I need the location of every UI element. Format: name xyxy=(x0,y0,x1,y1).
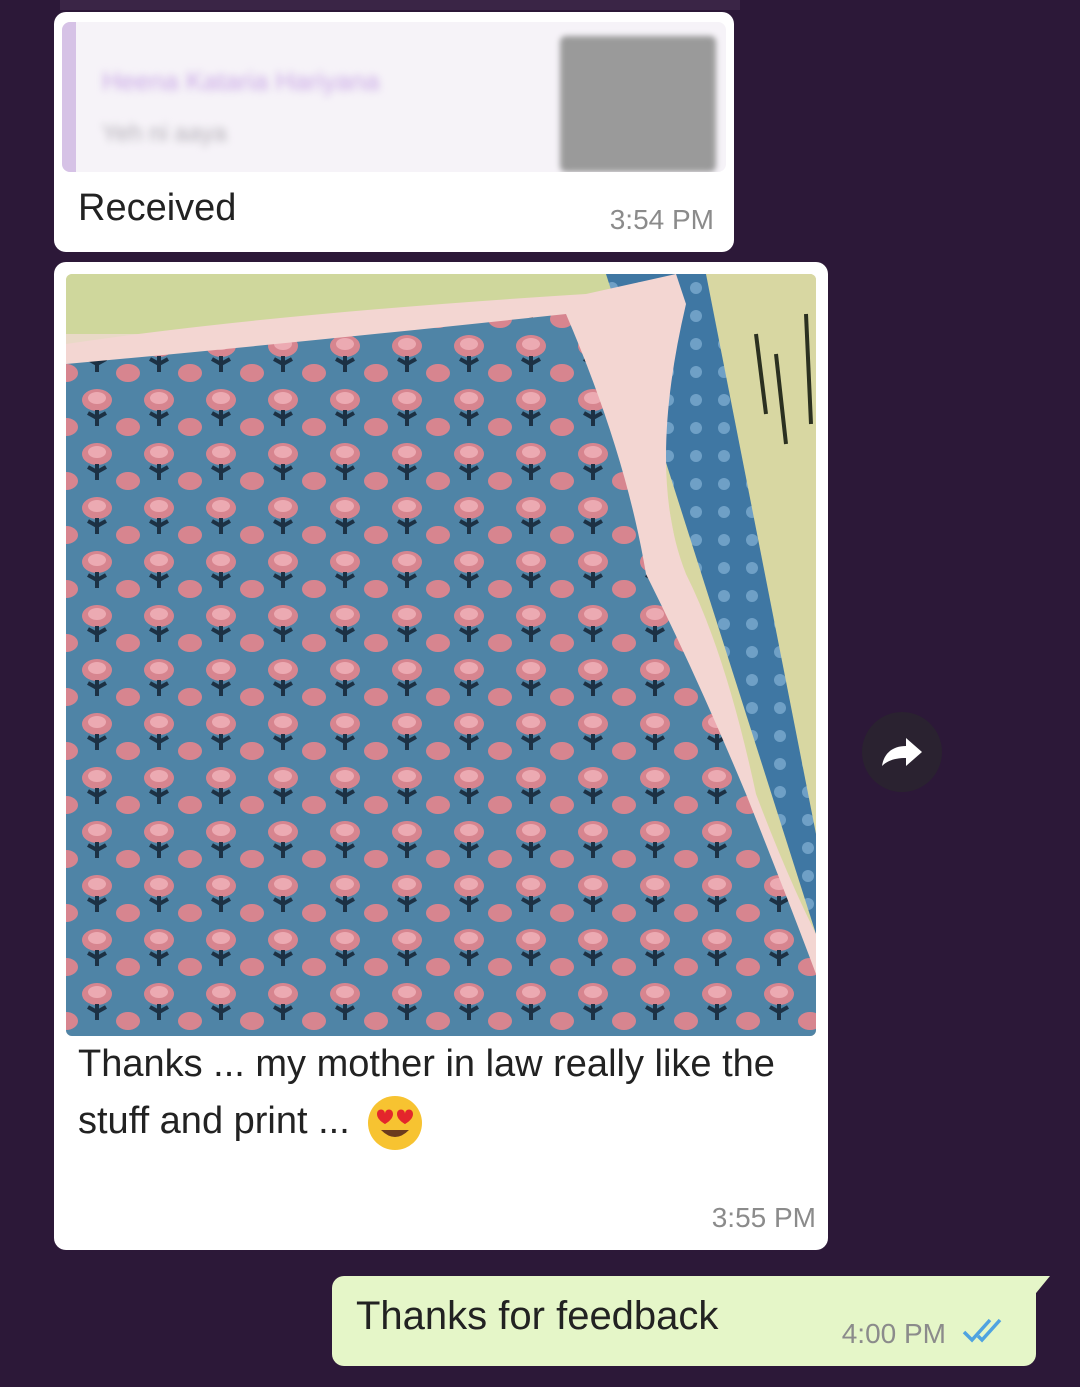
message-text: Received xyxy=(78,187,237,229)
message-photo[interactable] xyxy=(66,274,816,1036)
forward-arrow-icon xyxy=(882,738,922,766)
reply-sender-name: Heena Kataria Hariyana xyxy=(102,66,380,96)
reply-quote[interactable]: Heena Kataria Hariyana Yeh ni aaya xyxy=(62,22,726,172)
caption-text: Thanks ... my mother in law really like … xyxy=(78,1043,775,1142)
forward-button[interactable] xyxy=(862,712,942,792)
message-bubble-incoming-photo[interactable]: Thanks ... my mother in law really like … xyxy=(54,262,828,1250)
photo-caption: Thanks ... my mother in law really like … xyxy=(78,1036,798,1152)
message-text: Thanks for feedback xyxy=(356,1294,719,1338)
bubble-tail xyxy=(1032,1276,1050,1298)
message-bubble-incoming[interactable]: Heena Kataria Hariyana Yeh ni aaya Recei… xyxy=(54,12,734,252)
message-time: 4:00 PM xyxy=(841,1318,946,1349)
heart-eyes-emoji-icon xyxy=(366,1094,424,1152)
reply-snippet: Yeh ni aaya xyxy=(102,120,227,147)
double-check-icon xyxy=(960,1316,1008,1351)
message-time: 3:54 PM xyxy=(609,204,714,235)
reply-thumbnail xyxy=(560,36,716,172)
reply-quote-bar xyxy=(62,22,76,172)
previous-message-edge xyxy=(60,0,740,10)
message-time: 3:55 PM xyxy=(711,1202,816,1233)
message-bubble-outgoing[interactable]: Thanks for feedback 4:00 PM xyxy=(332,1276,1050,1366)
